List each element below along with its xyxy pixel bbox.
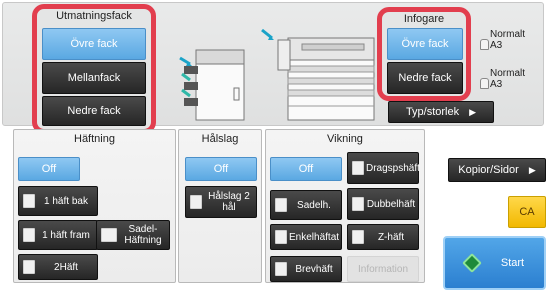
- staple-back-button[interactable]: 1 häft bak: [18, 186, 98, 216]
- lower-tray-paper-size: A3: [490, 79, 503, 90]
- output-tray-title: Utmatningsfack: [56, 10, 132, 22]
- double-fold-button[interactable]: Dubbelhäft: [347, 188, 419, 220]
- letter-fold-button[interactable]: Brevhäft: [270, 256, 342, 282]
- lower-tray-paper-type: Normalt: [490, 68, 526, 79]
- punch-two-holes-label: Hålslag 2 hål: [208, 191, 250, 213]
- punch-holes-icon: [190, 195, 202, 209]
- staple-front-button[interactable]: 1 häft fram: [18, 220, 98, 250]
- stapling-title: Häftning: [74, 133, 115, 145]
- staple-two-button[interactable]: 2Häft: [18, 254, 98, 280]
- accordion-fold-label: Dragspshäft: [366, 162, 420, 174]
- start-button[interactable]: Start: [443, 236, 546, 290]
- staple-two-icon: [23, 260, 35, 274]
- output-tray-lower-button[interactable]: Nedre fack: [42, 96, 146, 126]
- upper-tray-paper-size: A3: [490, 40, 503, 51]
- staple-two-label: 2Häft: [54, 261, 78, 273]
- upper-tray-paper-info: Normalt A3: [490, 29, 525, 51]
- punch-title: Hålslag: [201, 133, 239, 145]
- copier-illustration: [261, 28, 375, 121]
- accordion-fold-icon: [352, 161, 364, 175]
- double-fold-label: Dubbelhäft: [366, 198, 416, 210]
- inserter-upper-tray-button[interactable]: Övre fack: [387, 28, 463, 60]
- copies-pages-label: Kopior/Sidor: [458, 164, 519, 176]
- half-fold-button[interactable]: Enkelhäftat: [270, 224, 342, 250]
- double-fold-icon: [352, 197, 364, 211]
- output-tray-middle-button[interactable]: Mellanfack: [42, 62, 146, 94]
- arrow-right-icon: ▶: [528, 164, 536, 175]
- saddle-stitch-label: Sadel-Häftning: [124, 224, 162, 246]
- type-size-label: Typ/storlek: [405, 106, 460, 118]
- half-fold-icon: [275, 230, 287, 244]
- saddle-fold-button[interactable]: Sadelh.: [270, 190, 342, 220]
- letter-fold-icon: [275, 262, 287, 276]
- paper-tray-icon: [480, 78, 489, 89]
- information-button: Information: [347, 256, 419, 282]
- inserter-lower-tray-button[interactable]: Nedre fack: [387, 62, 463, 94]
- saddle-stitch-button[interactable]: Sadel-Häftning: [96, 220, 170, 250]
- z-fold-label: Z-häft: [377, 231, 405, 243]
- punch-two-holes-button[interactable]: Hålslag 2 hål: [185, 186, 257, 218]
- saddle-stitch-booklet-icon: [101, 228, 117, 242]
- upper-tray-paper-type: Normalt: [490, 29, 526, 40]
- staple-front-label: 1 häft fram: [42, 229, 90, 241]
- accordion-fold-button[interactable]: Dragspshäft: [347, 152, 420, 184]
- z-fold-button[interactable]: Z-häft: [347, 224, 419, 250]
- finisher-illustration: [179, 49, 245, 121]
- paper-tray-icon: [480, 39, 489, 50]
- letter-fold-label: Brevhäft: [295, 263, 333, 275]
- inserter-tray-title: Infogare: [403, 13, 445, 25]
- staple-back-label: 1 häft bak: [44, 195, 88, 207]
- saddle-fold-label: Sadelh.: [297, 199, 331, 211]
- staple-back-corner-icon: [23, 194, 35, 208]
- stapling-off-button[interactable]: Off: [18, 157, 80, 181]
- saddle-fold-icon: [275, 198, 287, 212]
- output-tray-upper-button[interactable]: Övre fack: [42, 28, 146, 60]
- type-size-button[interactable]: Typ/storlek ▶: [388, 101, 494, 123]
- folding-title: Vikning: [327, 133, 363, 145]
- arrow-right-icon: ▶: [469, 106, 477, 117]
- lower-tray-paper-info: Normalt A3: [490, 68, 525, 90]
- start-diamond-icon: [461, 253, 482, 273]
- punch-off-button[interactable]: Off: [185, 157, 257, 181]
- clear-all-button[interactable]: CA: [508, 196, 546, 228]
- start-label: Start: [500, 257, 525, 269]
- copies-pages-button[interactable]: Kopior/Sidor ▶: [448, 158, 546, 182]
- z-fold-icon: [352, 230, 364, 244]
- half-fold-label: Enkelhäftat: [289, 231, 340, 243]
- staple-front-corner-icon: [23, 228, 35, 242]
- folding-off-button[interactable]: Off: [270, 157, 342, 181]
- screen: Utmatningsfack Övre fack Mellanfack Nedr…: [0, 0, 546, 296]
